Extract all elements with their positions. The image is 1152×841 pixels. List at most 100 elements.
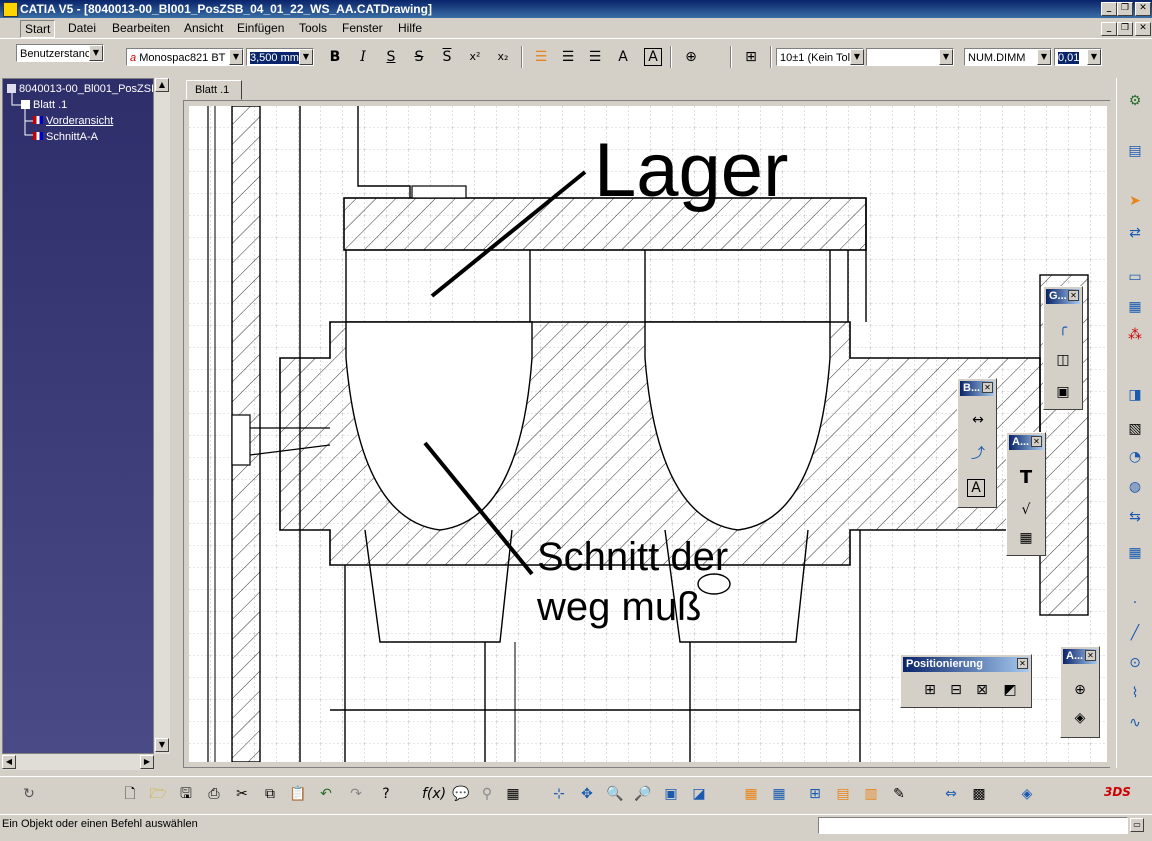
- help-icon[interactable]: ?: [375, 783, 397, 805]
- dimension-icon[interactable]: ↔: [967, 409, 989, 431]
- dimension-text-icon[interactable]: ⊞: [740, 46, 762, 68]
- link-icon[interactable]: ⚲: [476, 783, 498, 805]
- spline-icon[interactable]: ∿: [1124, 712, 1146, 734]
- menu-start[interactable]: Start: [20, 20, 56, 38]
- command-input[interactable]: [818, 817, 1128, 834]
- save-icon[interactable]: 🖫: [175, 783, 197, 805]
- annotation-schnitt-line2[interactable]: weg muß: [536, 585, 702, 629]
- tools-icon[interactable]: ✎: [888, 783, 910, 805]
- clipping-icon[interactable]: ◔: [1124, 446, 1146, 468]
- menu-ansicht[interactable]: Ansicht: [180, 20, 227, 36]
- tolerance-dropdown-arrow[interactable]: ▼: [850, 49, 864, 65]
- refresh-icon[interactable]: ↻: [18, 783, 40, 805]
- analysis-icon[interactable]: ⊞: [804, 783, 826, 805]
- align-icon[interactable]: ⊞: [919, 679, 941, 701]
- roughness-icon[interactable]: √: [1015, 499, 1037, 521]
- stack-icon[interactable]: ⊟: [945, 679, 967, 701]
- open-file-icon[interactable]: 🗁: [147, 783, 169, 805]
- sketch-icon[interactable]: ⇄: [1124, 222, 1146, 244]
- anchor-point-icon[interactable]: ⊕: [680, 46, 702, 68]
- comment-icon[interactable]: 💬: [450, 783, 472, 805]
- scroll-down-button[interactable]: ▼: [155, 738, 169, 752]
- minimize-button[interactable]: _: [1101, 2, 1117, 16]
- undo-icon[interactable]: ↶: [315, 783, 337, 805]
- menu-tools[interactable]: Tools: [295, 20, 331, 36]
- menu-fenster[interactable]: Fenster: [338, 20, 387, 36]
- close-button[interactable]: ✕: [1135, 2, 1151, 16]
- tree-horizontal-scrollbar[interactable]: ◀ ▶: [2, 754, 154, 770]
- table-icon[interactable]: ▦: [1015, 527, 1037, 549]
- distribute-icon[interactable]: ⊠: [971, 679, 993, 701]
- close-icon[interactable]: ✕: [1068, 290, 1079, 301]
- superscript-button[interactable]: x²: [464, 46, 486, 68]
- filter-icon[interactable]: ▤: [832, 783, 854, 805]
- scroll-left-button[interactable]: ◀: [2, 755, 16, 769]
- maximize-button[interactable]: ❐: [1117, 2, 1133, 16]
- catalog-icon[interactable]: ▩: [968, 783, 990, 805]
- zoom-area-icon[interactable]: ▣: [660, 783, 682, 805]
- align-right-icon[interactable]: ☰: [584, 46, 606, 68]
- center-mark-icon[interactable]: ⊕: [1069, 679, 1091, 701]
- zoom-in-icon[interactable]: 🔍: [604, 783, 626, 805]
- subscript-button[interactable]: x₂: [492, 46, 514, 68]
- hide-show-icon[interactable]: ◪: [688, 783, 710, 805]
- projection-icon[interactable]: ▦: [1124, 296, 1146, 318]
- pan-icon[interactable]: ✥: [576, 783, 598, 805]
- precision-dropdown-arrow[interactable]: ▼: [1087, 49, 1101, 65]
- close-icon[interactable]: ✕: [1031, 436, 1042, 447]
- command-input-button[interactable]: ▭: [1130, 818, 1144, 832]
- tolerance-value-dropdown-arrow[interactable]: ▼: [939, 49, 953, 65]
- text-icon[interactable]: T: [1015, 467, 1037, 489]
- area-fill-icon[interactable]: ◈: [1069, 707, 1091, 729]
- scroll-right-button[interactable]: ▶: [140, 755, 154, 769]
- fit-all-icon[interactable]: ⊹: [548, 783, 570, 805]
- grid-snap-icon[interactable]: ▦: [740, 783, 762, 805]
- filter-2-icon[interactable]: ▥: [860, 783, 882, 805]
- new-view-icon[interactable]: ▭: [1124, 266, 1146, 288]
- menu-bearbeiten[interactable]: Bearbeiten: [108, 20, 174, 36]
- cut-icon[interactable]: ✂: [231, 783, 253, 805]
- table-icon[interactable]: ▦: [502, 783, 524, 805]
- text-frame-icon[interactable]: A: [967, 479, 985, 497]
- section-view-icon[interactable]: ◨: [1124, 384, 1146, 406]
- font-dropdown-arrow[interactable]: ▼: [229, 49, 243, 65]
- view-creation-icon[interactable]: ⁂: [1124, 324, 1146, 346]
- underline-button[interactable]: S: [380, 46, 402, 68]
- text-frame-icon[interactable]: A: [612, 46, 634, 68]
- annotation-schnitt-line1[interactable]: Schnitt der: [537, 535, 728, 579]
- workbench-icon[interactable]: ⚙: [1124, 90, 1146, 112]
- font-select[interactable]: a Monospac821 BT: [126, 48, 244, 66]
- tree-vertical-scrollbar[interactable]: ▲ ▼: [154, 78, 170, 754]
- redo-icon[interactable]: ↷: [345, 783, 367, 805]
- dimension-system-icon[interactable]: ⇔: [940, 783, 962, 805]
- italic-button[interactable]: I: [352, 46, 374, 68]
- position-icon[interactable]: ◩: [999, 679, 1021, 701]
- wizard-icon[interactable]: ⇆: [1124, 506, 1146, 528]
- corner-icon[interactable]: ╭: [1052, 317, 1074, 339]
- doc-restore-button[interactable]: ❐: [1117, 22, 1133, 36]
- symmetry-icon[interactable]: ◫: [1052, 349, 1074, 371]
- align-left-icon[interactable]: ☰: [530, 46, 552, 68]
- font-size-dropdown-arrow[interactable]: ▼: [299, 49, 313, 65]
- specification-tree[interactable]: 8040013-00_Bl001_PosZSB Blatt .1 Vordera…: [2, 78, 154, 754]
- catia-app-icon[interactable]: [3, 2, 18, 17]
- copy-icon[interactable]: ⧉: [259, 783, 281, 805]
- bold-button[interactable]: B: [324, 46, 346, 68]
- doc-close-button[interactable]: ✕: [1135, 22, 1151, 36]
- print-icon[interactable]: ⎙: [203, 783, 225, 805]
- close-icon[interactable]: ✕: [1085, 650, 1096, 661]
- numeric-display-dropdown-arrow[interactable]: ▼: [1037, 49, 1051, 65]
- select-icon[interactable]: ➤: [1124, 190, 1146, 212]
- grid-icon[interactable]: ▦: [1124, 542, 1146, 564]
- menu-datei[interactable]: Datei: [64, 20, 100, 36]
- annotation-lager[interactable]: Lager: [594, 128, 788, 213]
- grid-display-icon[interactable]: ▦: [768, 783, 790, 805]
- update-icon[interactable]: ▤: [1124, 140, 1146, 162]
- close-icon[interactable]: ✕: [1017, 658, 1028, 669]
- circle-icon[interactable]: ⊙: [1124, 652, 1146, 674]
- overline-button[interactable]: S: [436, 46, 458, 68]
- point-icon[interactable]: ·: [1124, 592, 1146, 614]
- strikethrough-button[interactable]: S: [408, 46, 430, 68]
- dimension-edit-icon[interactable]: ⤴: [967, 443, 989, 465]
- broken-view-icon[interactable]: ◍: [1124, 476, 1146, 498]
